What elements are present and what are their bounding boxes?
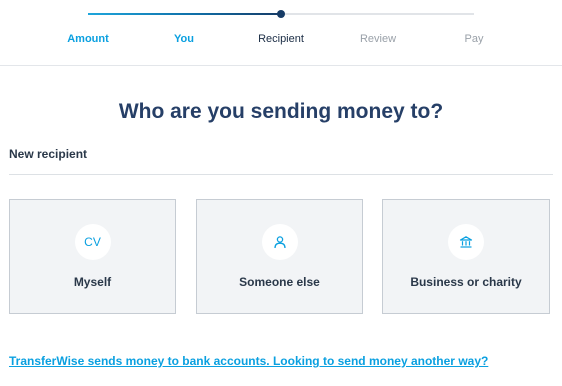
option-label-someone-else: Someone else bbox=[239, 275, 320, 289]
step-pay: Pay bbox=[464, 33, 484, 45]
recipient-option-business-or-charity[interactable]: Business or charity bbox=[382, 199, 550, 314]
step-you[interactable]: You bbox=[139, 32, 229, 46]
progress-stepper: Amount You Recipient Review Pay bbox=[0, 0, 562, 66]
bank-icon-glyph bbox=[459, 236, 473, 248]
section-label-new-recipient: New recipient bbox=[9, 147, 88, 161]
initials-avatar-icon: CV bbox=[74, 224, 111, 260]
stepper-current-marker bbox=[277, 10, 285, 18]
option-label-business-or-charity: Business or charity bbox=[410, 275, 522, 289]
recipient-option-myself[interactable]: CV Myself bbox=[9, 199, 176, 314]
person-icon-glyph bbox=[273, 236, 286, 249]
step-review: Review bbox=[359, 33, 397, 45]
stepper-progress-fill bbox=[88, 13, 281, 15]
page-title: Who are you sending money to? bbox=[118, 100, 444, 123]
option-label-myself: Myself bbox=[73, 275, 112, 289]
send-money-page: Amount You Recipient Review Pay Who are … bbox=[0, 0, 562, 386]
recipient-option-someone-else[interactable]: Someone else bbox=[196, 199, 363, 314]
divider bbox=[9, 174, 553, 175]
person-icon bbox=[261, 224, 298, 260]
other-transfer-methods-link[interactable]: TransferWise sends money to bank account… bbox=[9, 353, 488, 369]
step-amount[interactable]: Amount bbox=[43, 32, 133, 46]
bank-icon bbox=[448, 224, 484, 260]
step-recipient: Recipient bbox=[258, 33, 304, 45]
